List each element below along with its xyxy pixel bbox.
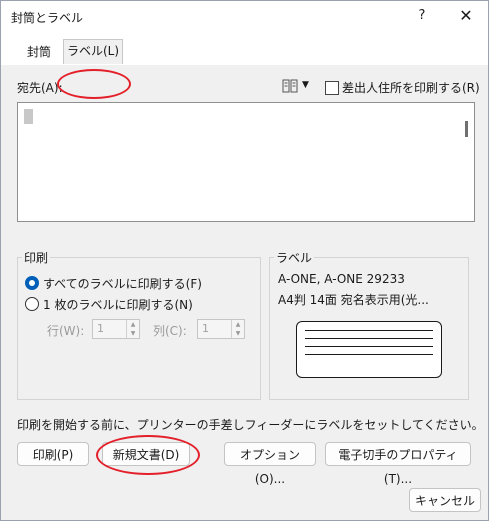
new-document-button[interactable]: 新規文書(D) [102, 442, 190, 466]
full-page-label: すべてのラベルに印刷する(F) [43, 277, 202, 291]
spin-up-icon[interactable]: ▲ [232, 320, 244, 329]
print-button[interactable]: 印刷(P) [17, 442, 89, 466]
single-label-radio[interactable] [25, 297, 39, 311]
omit-sender-label: 差出人住所を印刷する(R) [342, 81, 480, 95]
epostage-properties-button[interactable]: 電子切手のプロパティ(T)... [325, 442, 471, 486]
tab-strip: 封筒 ラベル(L) [1, 33, 488, 99]
close-button[interactable]: ✕ [453, 5, 479, 27]
label-vendor-product: A-ONE, A-ONE 29233 [278, 272, 405, 286]
cancel-button[interactable]: キャンセル [409, 488, 481, 512]
dialog-title: 封筒とラベル [11, 11, 84, 25]
envelopes-and-labels-dialog: 封筒とラベル ? ✕ 封筒 ラベル(L) 宛先(A): ▼ 差出人住所を印刷する… [0, 0, 489, 521]
column-spinner[interactable]: 1 ▲ ▼ [197, 319, 245, 339]
text-caret [24, 109, 33, 124]
label-description: A4判 14面 宛名表示用(光... [278, 293, 429, 307]
single-label-label: 1 枚のラベルに印刷する(N) [43, 298, 193, 312]
address-label: 宛先(A): [17, 81, 63, 95]
options-button[interactable]: オプション(O)... [224, 442, 316, 486]
instruction-text: 印刷を開始する前に、プリンターの手差しフィーダーにラベルをセットしてください。 [17, 418, 484, 432]
tab-labels[interactable]: ラベル(L) [63, 39, 123, 64]
label-preview[interactable] [296, 321, 442, 378]
address-book-icon[interactable] [282, 79, 298, 93]
column-value: 1 [202, 322, 209, 335]
row-spinner[interactable]: 1 ▲ ▼ [92, 319, 140, 339]
spin-down-icon[interactable]: ▼ [127, 329, 139, 338]
label-group-title: ラベル [274, 249, 315, 266]
address-textarea[interactable] [17, 102, 475, 222]
row-label: 行(W): [47, 324, 85, 338]
help-button[interactable]: ? [411, 5, 433, 27]
full-page-radio[interactable] [25, 276, 39, 290]
omit-sender-checkbox[interactable] [325, 81, 339, 95]
spin-down-icon[interactable]: ▼ [232, 329, 244, 338]
tab-envelopes[interactable]: 封筒 [17, 41, 61, 63]
title-bar: 封筒とラベル ? ✕ [1, 1, 488, 33]
row-value: 1 [97, 322, 104, 335]
spin-up-icon[interactable]: ▲ [127, 320, 139, 329]
scrollbar-thumb[interactable] [465, 121, 468, 137]
chevron-down-icon[interactable]: ▼ [302, 80, 309, 90]
column-label: 列(C): [153, 324, 187, 338]
highlight-oval-labels-tab [57, 69, 131, 99]
print-group-title: 印刷 [22, 249, 51, 266]
